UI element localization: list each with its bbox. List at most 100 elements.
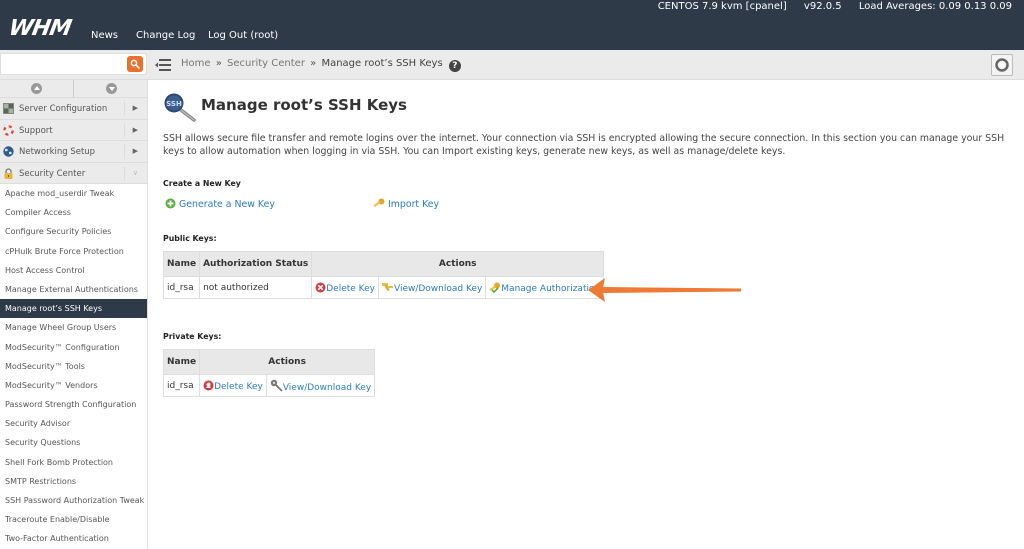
breadcrumb-home[interactable]: Home bbox=[181, 58, 211, 69]
search-icon bbox=[130, 59, 140, 69]
ssh-key-icon: SSH bbox=[164, 93, 196, 122]
category-label: Server Configuration bbox=[19, 104, 108, 114]
delete-icon bbox=[203, 380, 214, 390]
column-header-authorization-status: Authorization Status bbox=[199, 251, 313, 277]
divider bbox=[124, 165, 125, 181]
nav-change-log[interactable]: Change Log bbox=[136, 30, 195, 41]
top-bar: WHM News Change Log Log Out (root) CENTO… bbox=[0, 0, 1024, 50]
sidebar-category-security-center[interactable]: Security Center ∨ bbox=[0, 162, 147, 184]
column-header-actions: Actions bbox=[311, 251, 605, 277]
key-icon bbox=[373, 198, 385, 207]
delete-key-link[interactable]: Delete Key bbox=[326, 284, 375, 294]
delete-key-action[interactable]: Delete Key bbox=[311, 276, 379, 299]
sidebar-item-apache-mod-userdir-tweak[interactable]: Apache mod_userdir Tweak bbox=[0, 184, 147, 203]
view-download-key-link[interactable]: View/Download Key bbox=[394, 284, 482, 294]
nav-logout[interactable]: Log Out (root) bbox=[208, 30, 278, 41]
create-key-heading: Create a New Key bbox=[163, 179, 241, 188]
sidebar-item-security-questions[interactable]: Security Questions bbox=[0, 433, 147, 452]
manage-authorization-link[interactable]: Manage Authorization bbox=[501, 284, 600, 294]
public-keys-heading: Public Keys: bbox=[163, 234, 217, 243]
sidebar-item-modsecurity-configuration[interactable]: ModSecurity™ Configuration bbox=[0, 338, 147, 357]
key-name: id_rsa bbox=[162, 276, 201, 299]
svg-text:SSH: SSH bbox=[166, 100, 182, 108]
delete-key-link[interactable]: Delete Key bbox=[214, 382, 263, 392]
version-info: v92.0.5 bbox=[803, 1, 842, 12]
column-header-actions: Actions bbox=[199, 349, 376, 375]
breadcrumb-current: Manage root’s SSH Keys bbox=[321, 58, 443, 69]
scroll-up-icon[interactable] bbox=[31, 83, 42, 94]
key-icon bbox=[270, 379, 283, 392]
scroll-down-icon[interactable] bbox=[106, 83, 117, 94]
sidebar-scroll-controls bbox=[0, 80, 147, 98]
nav-news[interactable]: News bbox=[91, 30, 118, 41]
sidebar-item-manage-wheel-group-users[interactable]: Manage Wheel Group Users bbox=[0, 318, 147, 337]
collapse-arrow-icon[interactable]: ∨ bbox=[133, 169, 138, 177]
table-header-row: Name Actions bbox=[162, 349, 376, 375]
expand-arrow-icon[interactable]: ▶ bbox=[133, 104, 138, 112]
divider bbox=[73, 80, 74, 98]
sidebar-item-password-strength-configuration[interactable]: Password Strength Configuration bbox=[0, 395, 147, 414]
sidebar-item-modsecurity-tools[interactable]: ModSecurity™ Tools bbox=[0, 357, 147, 376]
sidebar-item-security-advisor[interactable]: Security Advisor bbox=[0, 414, 147, 433]
support-button[interactable] bbox=[991, 54, 1013, 76]
sidebar-item-modsecurity-vendors[interactable]: ModSecurity™ Vendors bbox=[0, 376, 147, 395]
divider bbox=[124, 144, 125, 159]
sidebar-item-cphulk[interactable]: cPHulk Brute Force Protection bbox=[0, 242, 147, 261]
public-keys-table: Name Authorization Status Actions id_rsa… bbox=[162, 251, 605, 299]
sidebar-item-ssh-password-authorization-tweak[interactable]: SSH Password Authorization Tweak bbox=[0, 491, 147, 510]
breadcrumb-separator: » bbox=[310, 58, 317, 69]
lock-icon bbox=[4, 167, 13, 179]
column-header-name: Name bbox=[162, 349, 201, 375]
view-download-key-link[interactable]: View/Download Key bbox=[283, 383, 371, 393]
key-name: id_rsa bbox=[162, 374, 201, 397]
search-box bbox=[0, 53, 147, 75]
view-download-key-action[interactable]: View/Download Key bbox=[265, 374, 376, 397]
column-header-name: Name bbox=[162, 251, 201, 277]
search-input[interactable] bbox=[1, 54, 125, 74]
load-averages: Load Averages: 0.09 0.13 0.09 bbox=[858, 1, 1012, 12]
sidebar-category-server-configuration[interactable]: Server Configuration ▶ bbox=[0, 98, 147, 120]
manage-authorization-action[interactable]: Manage Authorization bbox=[485, 276, 605, 299]
whm-logo[interactable]: WHM bbox=[7, 16, 73, 41]
view-download-key-action[interactable]: View/Download Key bbox=[377, 276, 487, 299]
annotation-arrow-icon bbox=[588, 278, 741, 302]
breadcrumb-separator: » bbox=[215, 58, 222, 69]
private-keys-table: Name Actions id_rsa Delete Key View/Down… bbox=[162, 349, 376, 397]
expand-arrow-icon[interactable]: ▶ bbox=[133, 126, 138, 134]
help-icon[interactable]: ? bbox=[448, 60, 461, 72]
expand-arrow-icon[interactable]: ▶ bbox=[133, 147, 138, 155]
divider bbox=[124, 122, 125, 138]
sidebar-item-compiler-access[interactable]: Compiler Access bbox=[0, 203, 147, 222]
sidebar-item-host-access-control[interactable]: Host Access Control bbox=[0, 261, 147, 280]
page-title: Manage root’s SSH Keys bbox=[201, 96, 407, 114]
sidebar-item-shell-fork-bomb-protection[interactable]: Shell Fork Bomb Protection bbox=[0, 453, 147, 472]
keys-icon bbox=[381, 282, 393, 291]
sidebar-item-configure-security-policies[interactable]: Configure Security Policies bbox=[0, 222, 147, 241]
sidebar-item-manage-external-authentications[interactable]: Manage External Authentications bbox=[0, 280, 147, 299]
search-button[interactable] bbox=[127, 56, 143, 72]
sidebar-category-support[interactable]: Support ▶ bbox=[0, 119, 147, 141]
authorize-key-icon bbox=[489, 282, 501, 293]
sub-bar: Home » Security Center » Manage root’s S… bbox=[0, 50, 1024, 80]
sidebar-item-two-factor-authentication[interactable]: Two-Factor Authentication bbox=[0, 529, 147, 548]
globe-icon bbox=[3, 146, 14, 157]
import-key-link[interactable]: Import Key bbox=[373, 198, 439, 210]
private-keys-heading: Private Keys: bbox=[163, 332, 222, 341]
generate-key-link[interactable]: Generate a New Key bbox=[165, 198, 275, 210]
sidebar: Server Configuration ▶ Support ▶ Network… bbox=[0, 80, 148, 549]
sidebar-category-networking-setup[interactable]: Networking Setup ▶ bbox=[0, 141, 147, 163]
breadcrumb-security-center[interactable]: Security Center bbox=[227, 58, 305, 69]
table-header-row: Name Authorization Status Actions bbox=[162, 251, 605, 277]
delete-key-action[interactable]: Delete Key bbox=[199, 374, 267, 397]
sidebar-items: Apache mod_userdir Tweak Compiler Access… bbox=[0, 184, 147, 549]
menu-toggle-button[interactable] bbox=[155, 58, 171, 72]
sidebar-item-traceroute-enable-disable[interactable]: Traceroute Enable/Disable bbox=[0, 510, 147, 529]
delete-icon bbox=[315, 282, 326, 292]
import-key-label[interactable]: Import Key bbox=[388, 199, 439, 210]
sidebar-item-manage-root-ssh-keys[interactable]: Manage root’s SSH Keys bbox=[0, 299, 147, 319]
lifebuoy-icon bbox=[3, 124, 14, 136]
generate-key-label[interactable]: Generate a New Key bbox=[179, 199, 275, 210]
plus-circle-icon bbox=[165, 198, 176, 209]
sidebar-item-smtp-restrictions[interactable]: SMTP Restrictions bbox=[0, 472, 147, 491]
menu-collapse-icon bbox=[155, 59, 171, 71]
